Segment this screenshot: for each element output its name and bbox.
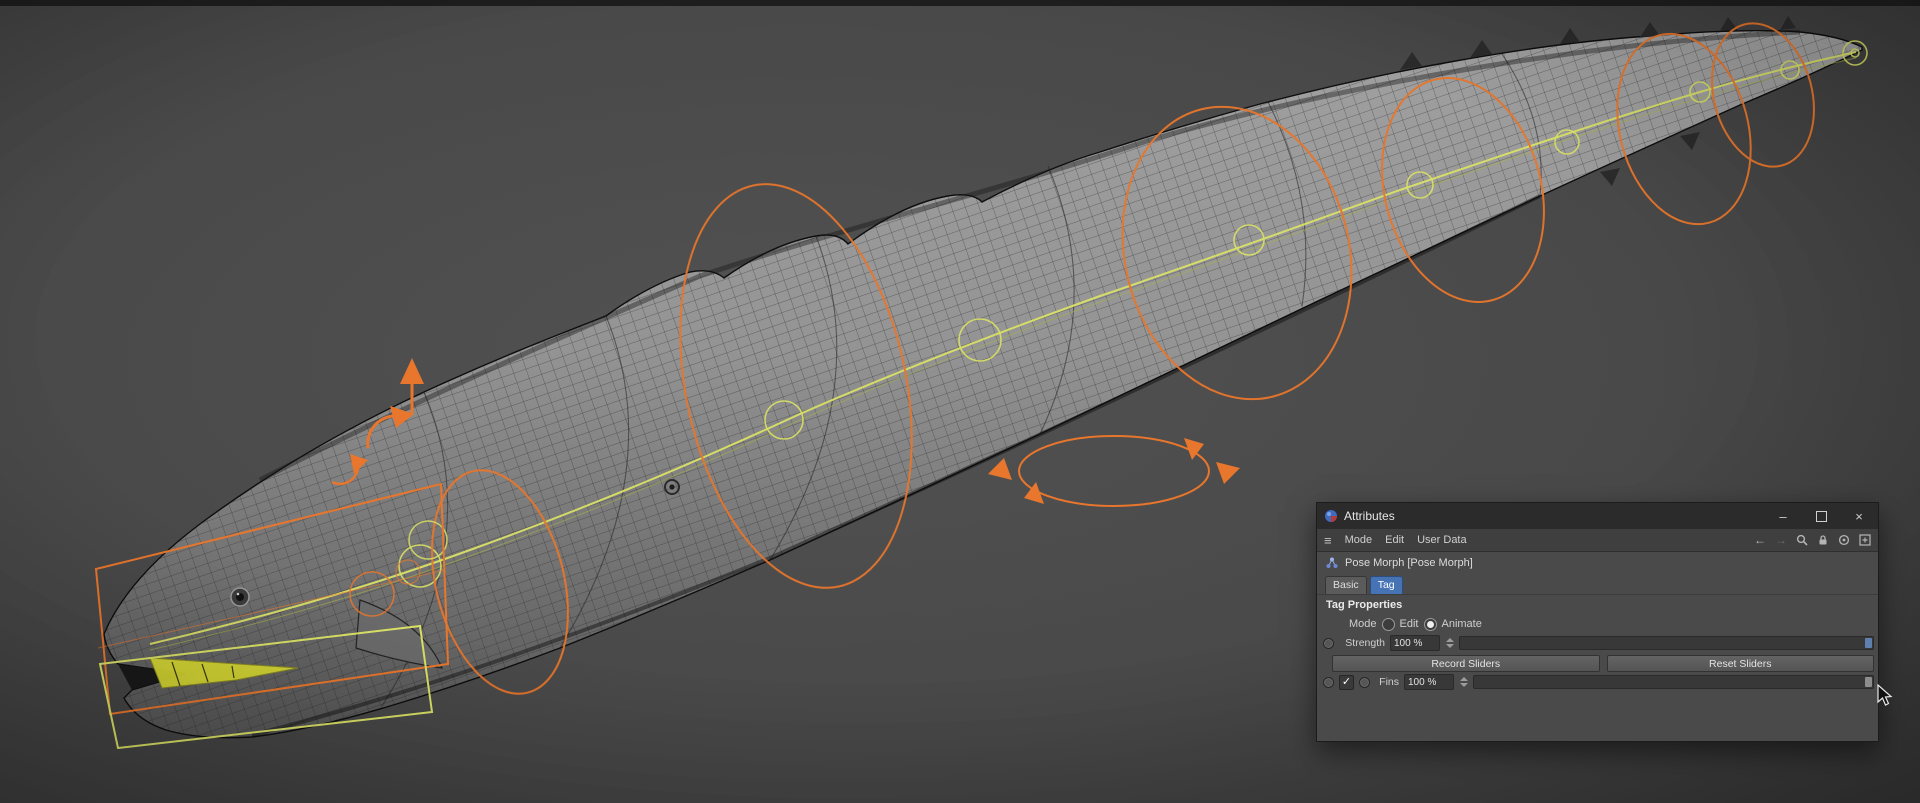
menu-edit[interactable]: Edit [1385, 534, 1404, 546]
lock-icon[interactable] [1817, 534, 1829, 546]
tab-basic[interactable]: Basic [1325, 576, 1367, 594]
strength-record-dot-icon[interactable] [1323, 637, 1334, 649]
spinner-down-icon[interactable] [1459, 683, 1468, 687]
spinner-up-icon[interactable] [1459, 677, 1468, 681]
panel-titlebar[interactable]: Attributes – × [1317, 503, 1878, 529]
tab-tag[interactable]: Tag [1369, 576, 1403, 594]
maximize-button[interactable] [1802, 503, 1840, 529]
fins-key-dot-icon[interactable] [1359, 676, 1370, 688]
menu-user-data[interactable]: User Data [1417, 534, 1467, 546]
fins-spinner[interactable] [1459, 677, 1468, 687]
strength-slider[interactable] [1459, 636, 1874, 650]
history-forward-icon[interactable]: → [1775, 533, 1787, 547]
close-button[interactable]: × [1840, 503, 1878, 529]
fins-value: 100 % [1408, 676, 1437, 688]
reset-sliders-button[interactable]: Reset Sliders [1606, 655, 1874, 672]
maximize-icon [1815, 510, 1827, 522]
mode-row: Mode Edit Animate [1317, 615, 1878, 633]
strength-label: Strength [1345, 637, 1385, 649]
tab-row: Basic Tag [1317, 574, 1878, 595]
spinner-down-icon[interactable] [1445, 644, 1454, 648]
history-back-icon[interactable]: ← [1754, 533, 1766, 547]
slider-buttons-row: Record Sliders Reset Sliders [1317, 653, 1878, 672]
mode-radio-animate[interactable] [1423, 617, 1437, 631]
mode-label: Mode [1349, 618, 1377, 630]
strength-spinner[interactable] [1445, 638, 1454, 648]
mode-option-animate[interactable]: Animate [1442, 618, 1482, 630]
minimize-button[interactable]: – [1764, 503, 1802, 529]
panel-title: Attributes [1344, 509, 1395, 523]
fins-row: ✓ Fins 100 % [1317, 672, 1878, 692]
strength-slider-handle[interactable] [1865, 638, 1872, 648]
object-row[interactable]: Pose Morph [Pose Morph] [1317, 552, 1878, 574]
viewport-top-edge [0, 0, 1920, 6]
pose-morph-tag-icon [1326, 557, 1338, 568]
mode-radio-edit[interactable] [1381, 617, 1395, 631]
mode-option-edit[interactable]: Edit [1400, 618, 1419, 630]
record-sliders-button[interactable]: Record Sliders [1332, 655, 1600, 672]
fins-record-dot-icon[interactable] [1323, 676, 1334, 688]
object-label: Pose Morph [Pose Morph] [1345, 557, 1473, 569]
strength-value: 100 % [1394, 637, 1423, 649]
mouse-cursor [1877, 684, 1893, 706]
fins-slider[interactable] [1473, 675, 1874, 689]
section-title: Tag Properties [1326, 599, 1403, 611]
strength-value-field[interactable]: 100 % [1390, 635, 1440, 651]
spinner-up-icon[interactable] [1445, 638, 1454, 642]
fins-checkbox[interactable]: ✓ [1339, 674, 1354, 690]
menu-mode[interactable]: Mode [1345, 534, 1373, 546]
strength-row: Strength 100 % [1317, 633, 1878, 653]
fins-label: Fins [1379, 676, 1399, 688]
fins-slider-handle[interactable] [1865, 677, 1872, 687]
hamburger-menu-icon[interactable]: ≡ [1324, 533, 1332, 548]
new-panel-icon[interactable] [1859, 534, 1871, 546]
target-icon[interactable] [1838, 534, 1850, 546]
search-icon[interactable] [1796, 534, 1808, 546]
panel-menubar: ≡ Mode Edit User Data ← → [1317, 529, 1878, 552]
eye [230, 587, 250, 607]
cinema4d-window: Attributes – × ≡ Mode Edit User Data ← → [0, 0, 1920, 803]
fins-value-field[interactable]: 100 % [1404, 674, 1454, 690]
attributes-app-icon [1325, 510, 1337, 522]
attributes-panel: Attributes – × ≡ Mode Edit User Data ← → [1316, 502, 1879, 742]
